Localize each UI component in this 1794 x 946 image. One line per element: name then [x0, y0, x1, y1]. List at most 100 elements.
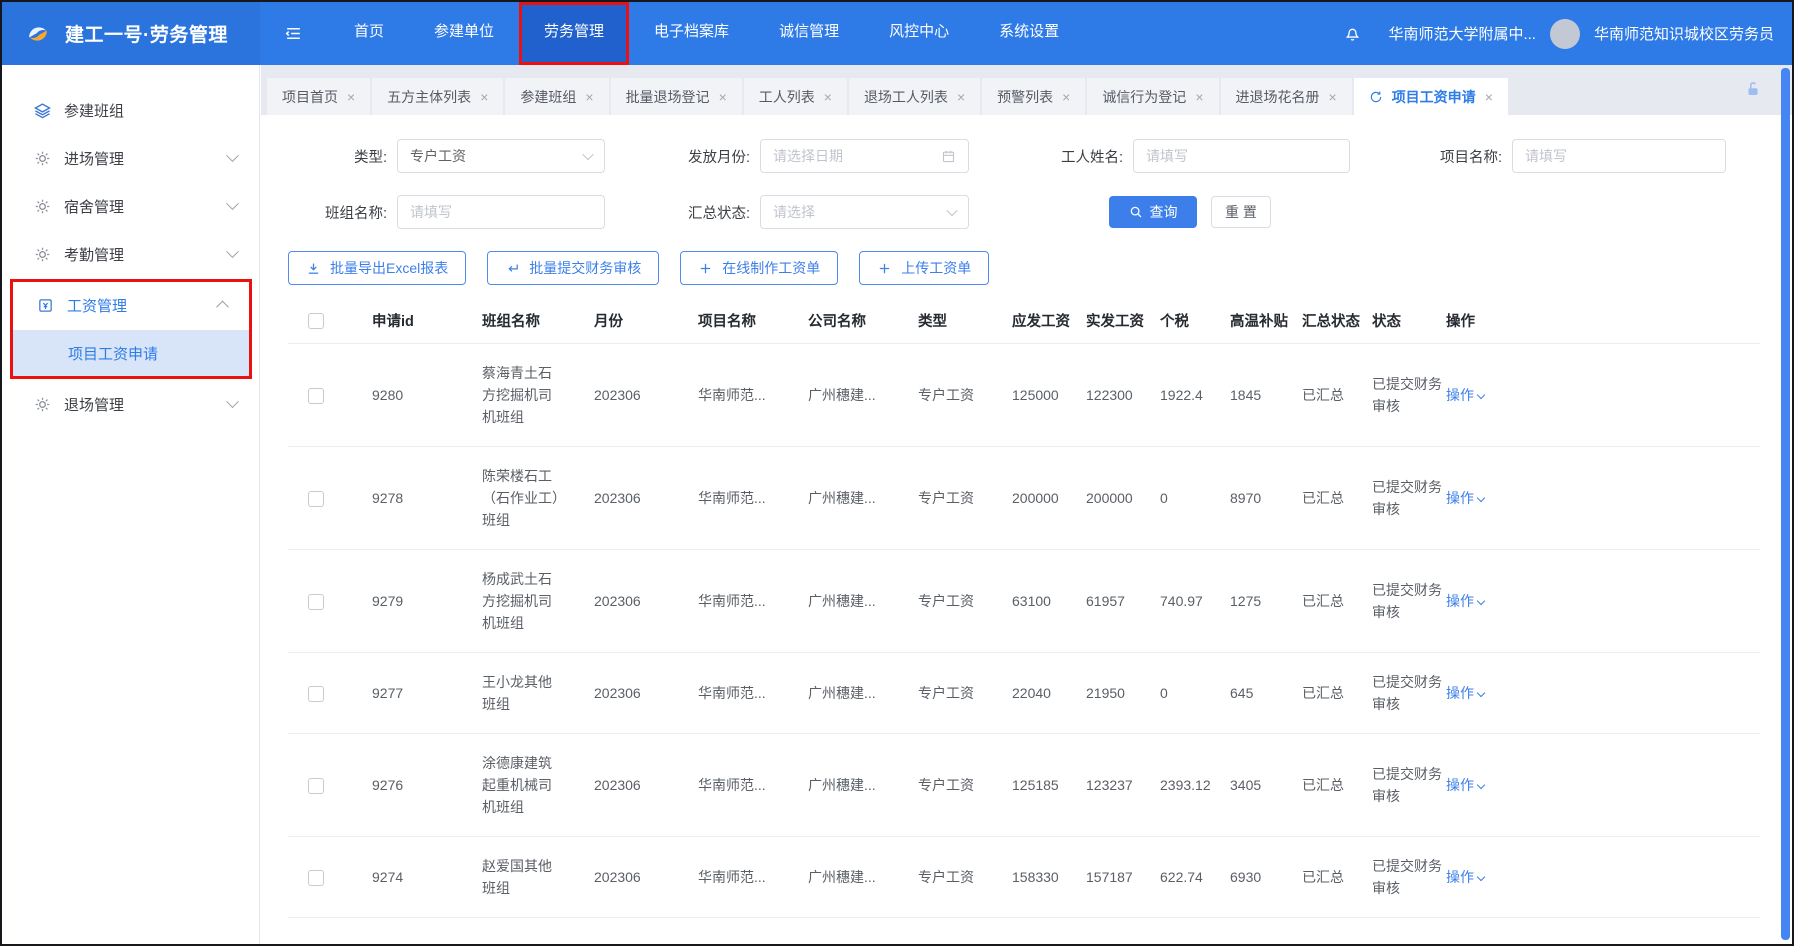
pay-month-datepicker[interactable]: 请选择日期: [760, 139, 969, 173]
column-header: 项目名称: [698, 299, 808, 343]
upload-payroll-button[interactable]: 上传工资单: [859, 251, 989, 285]
sidebar-item-exit-mgmt[interactable]: 退场管理: [2, 381, 259, 427]
close-icon[interactable]: ×: [1329, 89, 1337, 105]
nav-item[interactable]: 参建单位: [409, 2, 519, 65]
row-action-dropdown[interactable]: 操作: [1446, 685, 1484, 701]
cell-gross-pay: 158330: [1012, 836, 1086, 917]
worker-name-input[interactable]: [1133, 139, 1350, 173]
row-checkbox[interactable]: [308, 388, 324, 404]
column-header: 个税: [1160, 299, 1230, 343]
tab[interactable]: 项目工资申请 ×: [1354, 78, 1508, 115]
close-icon[interactable]: ×: [824, 89, 832, 105]
close-icon[interactable]: ×: [480, 89, 488, 105]
close-icon[interactable]: ×: [1195, 89, 1203, 105]
user-avatar[interactable]: [1550, 19, 1580, 49]
row-checkbox[interactable]: [308, 594, 324, 610]
row-action-dropdown[interactable]: 操作: [1446, 490, 1484, 506]
type-select[interactable]: 专户工资: [397, 139, 605, 173]
team-name-input[interactable]: [397, 195, 605, 229]
summary-status-select[interactable]: 请选择: [760, 195, 969, 229]
cell-heat-subsidy: 8970: [1230, 446, 1302, 549]
batch-submit-finance-button[interactable]: 批量提交财务审核: [487, 251, 659, 285]
nav-item[interactable]: 电子档案库: [629, 2, 754, 65]
cell-net-pay: 21950: [1086, 652, 1160, 733]
pay-month-label: 发放月份:: [605, 146, 750, 167]
search-button[interactable]: 查询: [1109, 196, 1197, 228]
cell-actions: 操作: [1446, 343, 1760, 446]
column-header: 状态: [1372, 299, 1446, 343]
nav-item[interactable]: 系统设置: [974, 2, 1084, 65]
close-icon[interactable]: ×: [719, 89, 727, 105]
row-checkbox[interactable]: [308, 870, 324, 886]
nav-item[interactable]: 劳务管理: [519, 2, 629, 65]
cell-company-name: 广州穗建...: [808, 446, 918, 549]
tab[interactable]: 退场工人列表 ×: [849, 78, 980, 115]
lock-open-icon[interactable]: [1744, 80, 1762, 103]
sidebar-item-teams[interactable]: 参建班组: [2, 87, 259, 133]
nav-item[interactable]: 首页: [329, 2, 409, 65]
close-icon[interactable]: ×: [347, 89, 355, 105]
cell-heat-subsidy: 1845: [1230, 343, 1302, 446]
cell-company-name: 广州穗建...: [808, 652, 918, 733]
cell-company-name: 广州穗建...: [808, 836, 918, 917]
row-checkbox[interactable]: [308, 491, 324, 507]
table-header-row: 申请id 班组名称 月份 项目名称 公司名称 类型 应发工资 实发工资: [288, 299, 1760, 343]
tab[interactable]: 工人列表 ×: [744, 78, 847, 115]
app-logo-icon: [22, 18, 54, 50]
team-name-label: 班组名称:: [288, 202, 387, 223]
user-name[interactable]: 华南师范知识城校区劳务员: [1594, 23, 1774, 44]
tab[interactable]: 参建班组 ×: [505, 78, 608, 115]
sidebar-item-entry-mgmt[interactable]: 进场管理: [2, 135, 259, 181]
notification-bell-icon[interactable]: [1343, 24, 1362, 43]
cell-heat-subsidy: 1275: [1230, 549, 1302, 652]
row-action-dropdown[interactable]: 操作: [1446, 869, 1484, 885]
cell-apply-id: 9280: [372, 343, 482, 446]
column-header: 公司名称: [808, 299, 918, 343]
cell-status: 已提交财务审核: [1372, 836, 1446, 917]
row-checkbox-cell: [288, 343, 372, 446]
row-checkbox[interactable]: [308, 686, 324, 702]
row-action-dropdown[interactable]: 操作: [1446, 777, 1484, 793]
reset-button[interactable]: 重 置: [1211, 196, 1271, 228]
tab[interactable]: 五方主体列表 ×: [372, 78, 503, 115]
row-checkbox[interactable]: [308, 778, 324, 794]
cell-status: 已提交财务审核: [1372, 343, 1446, 446]
gear-icon: [34, 246, 51, 263]
close-icon[interactable]: ×: [1062, 89, 1070, 105]
plus-icon: [698, 261, 713, 276]
row-action-dropdown[interactable]: 操作: [1446, 387, 1484, 403]
row-action-dropdown[interactable]: 操作: [1446, 593, 1484, 609]
top-nav: 首页 参建单位 劳务管理 电子档案库 诚信管理 风控中心 系统设置: [329, 2, 1084, 65]
menu-collapse-icon[interactable]: [284, 24, 303, 43]
sidebar-item-project-salary-apply[interactable]: 项目工资申请: [13, 330, 249, 376]
tab[interactable]: 批量退场登记 ×: [611, 78, 742, 115]
cell-month: 202306: [594, 446, 698, 549]
project-name-input[interactable]: [1512, 139, 1726, 173]
nav-item[interactable]: 风控中心: [864, 2, 974, 65]
cell-net-pay: 61957: [1086, 549, 1160, 652]
close-icon[interactable]: ×: [957, 89, 965, 105]
select-all-checkbox[interactable]: [308, 313, 324, 329]
top-header: 建工一号·劳务管理 首页 参建单位 劳务管理 电子档案库 诚信管理 风控中心 系…: [2, 2, 1792, 65]
close-icon[interactable]: ×: [1485, 89, 1493, 105]
cell-apply-id: 9278: [372, 446, 482, 549]
refresh-icon[interactable]: [1369, 90, 1383, 104]
vertical-scrollbar[interactable]: [1781, 68, 1790, 940]
sidebar-item-salary-mgmt[interactable]: 工资管理: [13, 282, 249, 328]
close-icon[interactable]: ×: [585, 89, 593, 105]
cell-type: 专户工资: [918, 836, 1012, 917]
tab[interactable]: 预警列表 ×: [982, 78, 1085, 115]
create-payroll-online-button[interactable]: 在线制作工资单: [680, 251, 838, 285]
tab[interactable]: 项目首页 ×: [267, 78, 370, 115]
sidebar-item-attendance-mgmt[interactable]: 考勤管理: [2, 231, 259, 277]
nav-item[interactable]: 诚信管理: [754, 2, 864, 65]
batch-export-excel-button[interactable]: 批量导出Excel报表: [288, 251, 466, 285]
main-area: 项目首页 × 五方主体列表 × 参建班组 ×: [261, 65, 1792, 944]
annotation-red-box: 工资管理 项目工资申请: [10, 279, 252, 379]
sidebar-item-dorm-mgmt[interactable]: 宿舍管理: [2, 183, 259, 229]
cell-gross-pay: 125185: [1012, 733, 1086, 836]
tab[interactable]: 诚信行为登记 ×: [1087, 78, 1218, 115]
chevron-down-icon: [582, 149, 593, 160]
current-project-name[interactable]: 华南师范大学附属中...: [1388, 23, 1536, 44]
tab[interactable]: 进退场花名册 ×: [1221, 78, 1352, 115]
